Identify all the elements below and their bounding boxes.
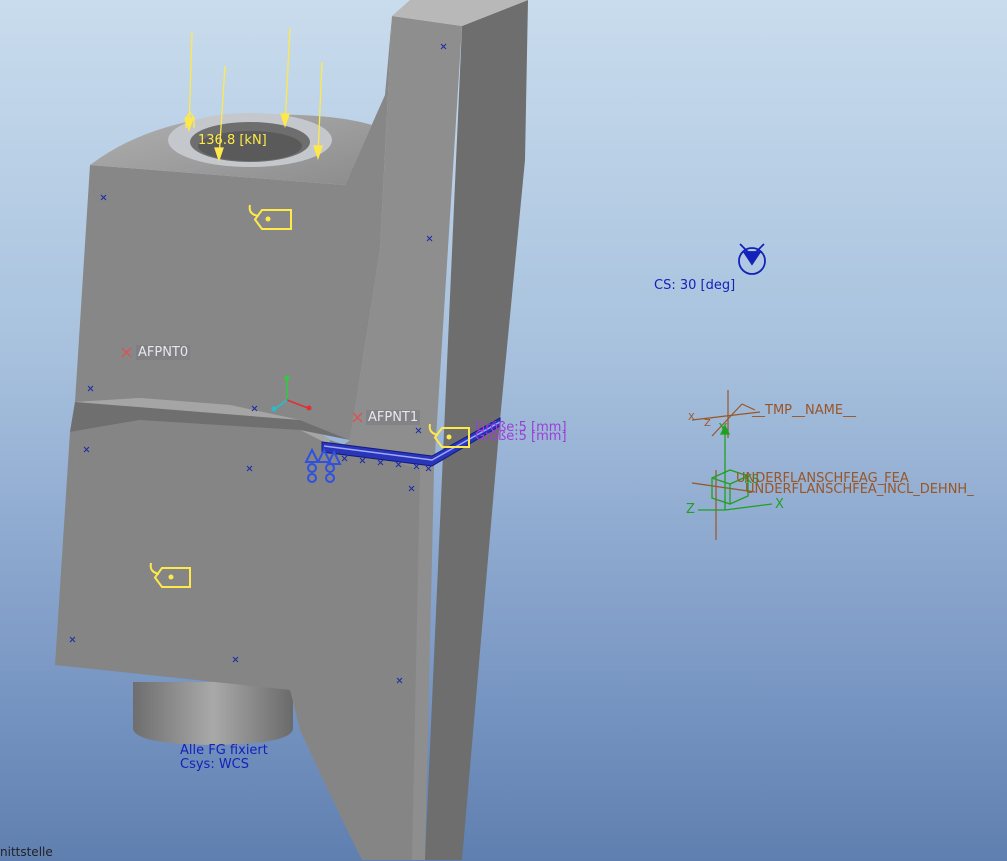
csys-small-axis-x: X xyxy=(688,412,695,423)
csys-name-2-label[interactable]: UNDERFLANSCHFEA_INCL_DEHNH_ xyxy=(745,482,974,497)
csys-axis-x-label: X xyxy=(775,497,784,512)
csys-tmp-name-label[interactable]: __TMP__NAME__ xyxy=(752,403,856,418)
status-bar-text: nittstelle xyxy=(0,845,53,859)
upper-block xyxy=(75,16,392,440)
csys-axis-y-label: Y xyxy=(719,422,727,437)
graphics-viewport[interactable]: 136.8 [kN] AFPNT0 AFPNT1 Größe:5 [mm] Gr… xyxy=(0,0,1007,861)
spin-center-icon[interactable] xyxy=(738,243,766,275)
datum-point-afpnt0-label[interactable]: AFPNT0 xyxy=(136,345,191,360)
lower-block xyxy=(55,398,420,860)
csys-small-axis-z: Z xyxy=(704,418,711,429)
ks-csys[interactable] xyxy=(698,424,773,511)
tmp-name-csys[interactable] xyxy=(691,390,761,540)
cs-angle-label[interactable]: CS: 30 [deg] xyxy=(654,278,735,293)
csys-axis-z-label: Z xyxy=(686,502,695,517)
datum-point-afpnt1-label[interactable]: AFPNT1 xyxy=(366,410,421,425)
mesh-size-label-2[interactable]: Größe:5 [mm] xyxy=(475,429,567,444)
load-value-label[interactable]: 136.8 [kN] xyxy=(198,133,267,148)
constraint-label-line2[interactable]: Csys: WCS xyxy=(180,757,249,772)
constraint-label-line1[interactable]: Alle FG fixiert xyxy=(180,743,268,758)
bottom-boss xyxy=(133,682,293,745)
